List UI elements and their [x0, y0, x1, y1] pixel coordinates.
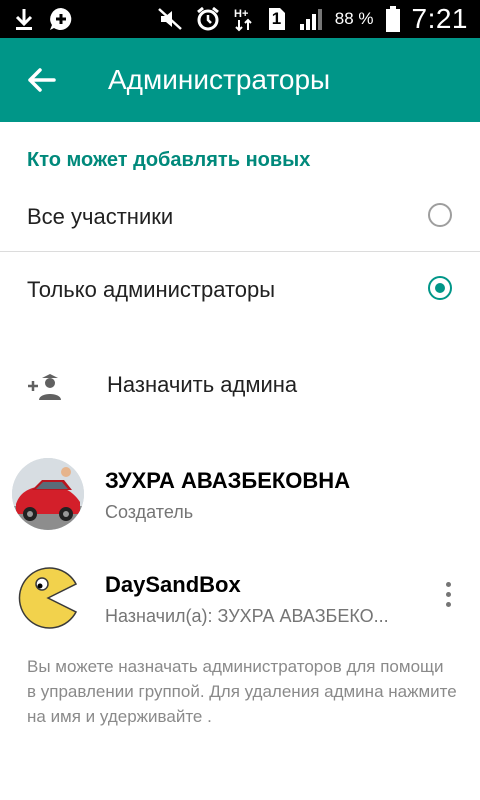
car-photo-icon	[12, 458, 84, 530]
pacman-face-icon	[12, 562, 84, 634]
avatar	[12, 562, 84, 634]
add-admin-icon	[26, 370, 66, 407]
mute-icon	[157, 7, 183, 31]
status-bar: H+ 1 88 % 7:21	[0, 0, 480, 38]
svg-text:H+: H+	[234, 8, 248, 20]
radio-dot	[435, 283, 445, 293]
more-vert-icon	[445, 582, 451, 587]
member-role: Создатель	[105, 502, 194, 522]
alarm-icon	[195, 6, 221, 32]
data-transfer-icon: H+	[233, 6, 255, 32]
battery-icon	[385, 6, 400, 32]
avatar	[12, 458, 84, 530]
member-name: ЗУХРА АВАЗБЕКОВНА	[105, 468, 351, 493]
download-icon	[14, 7, 34, 31]
radio-unchecked[interactable]	[428, 203, 452, 227]
option-label: Только администраторы	[27, 277, 276, 302]
sim-icon: 1	[267, 6, 287, 32]
member-name: DaySandBox	[105, 572, 241, 597]
battery-percent: 88 %	[334, 9, 374, 28]
back-button[interactable]	[20, 58, 64, 102]
radio-checked[interactable]	[428, 276, 452, 300]
assign-admin-button[interactable]: Назначить админа	[0, 352, 480, 418]
arrow-back-icon	[20, 68, 64, 106]
option-only-admins[interactable]: Только администраторы	[0, 257, 480, 323]
option-label: Все участники	[27, 204, 174, 229]
divider	[0, 251, 480, 252]
member-assigned-by: Назначил(а): ЗУХРА АВАЗБЕКО...	[105, 606, 389, 626]
member-row[interactable]: ЗУХРА АВАЗБЕКОВНА Создатель	[0, 448, 480, 538]
toolbar: Администраторы	[0, 38, 480, 122]
more-options-button[interactable]	[442, 582, 454, 614]
option-all-participants[interactable]: Все участники	[0, 184, 480, 250]
clock: 7:21	[411, 3, 468, 34]
assign-admin-label: Назначить админа	[107, 372, 298, 397]
help-text: Вы можете назначать администраторов для …	[27, 657, 457, 726]
signal-icon	[299, 7, 323, 31]
page-title: Администраторы	[108, 64, 331, 95]
section-title: Кто может добавлять новых	[27, 149, 311, 171]
member-row[interactable]: DaySandBox Назначил(а): ЗУХРА АВАЗБЕКО..…	[0, 552, 480, 642]
chat-notification-icon	[48, 6, 74, 32]
